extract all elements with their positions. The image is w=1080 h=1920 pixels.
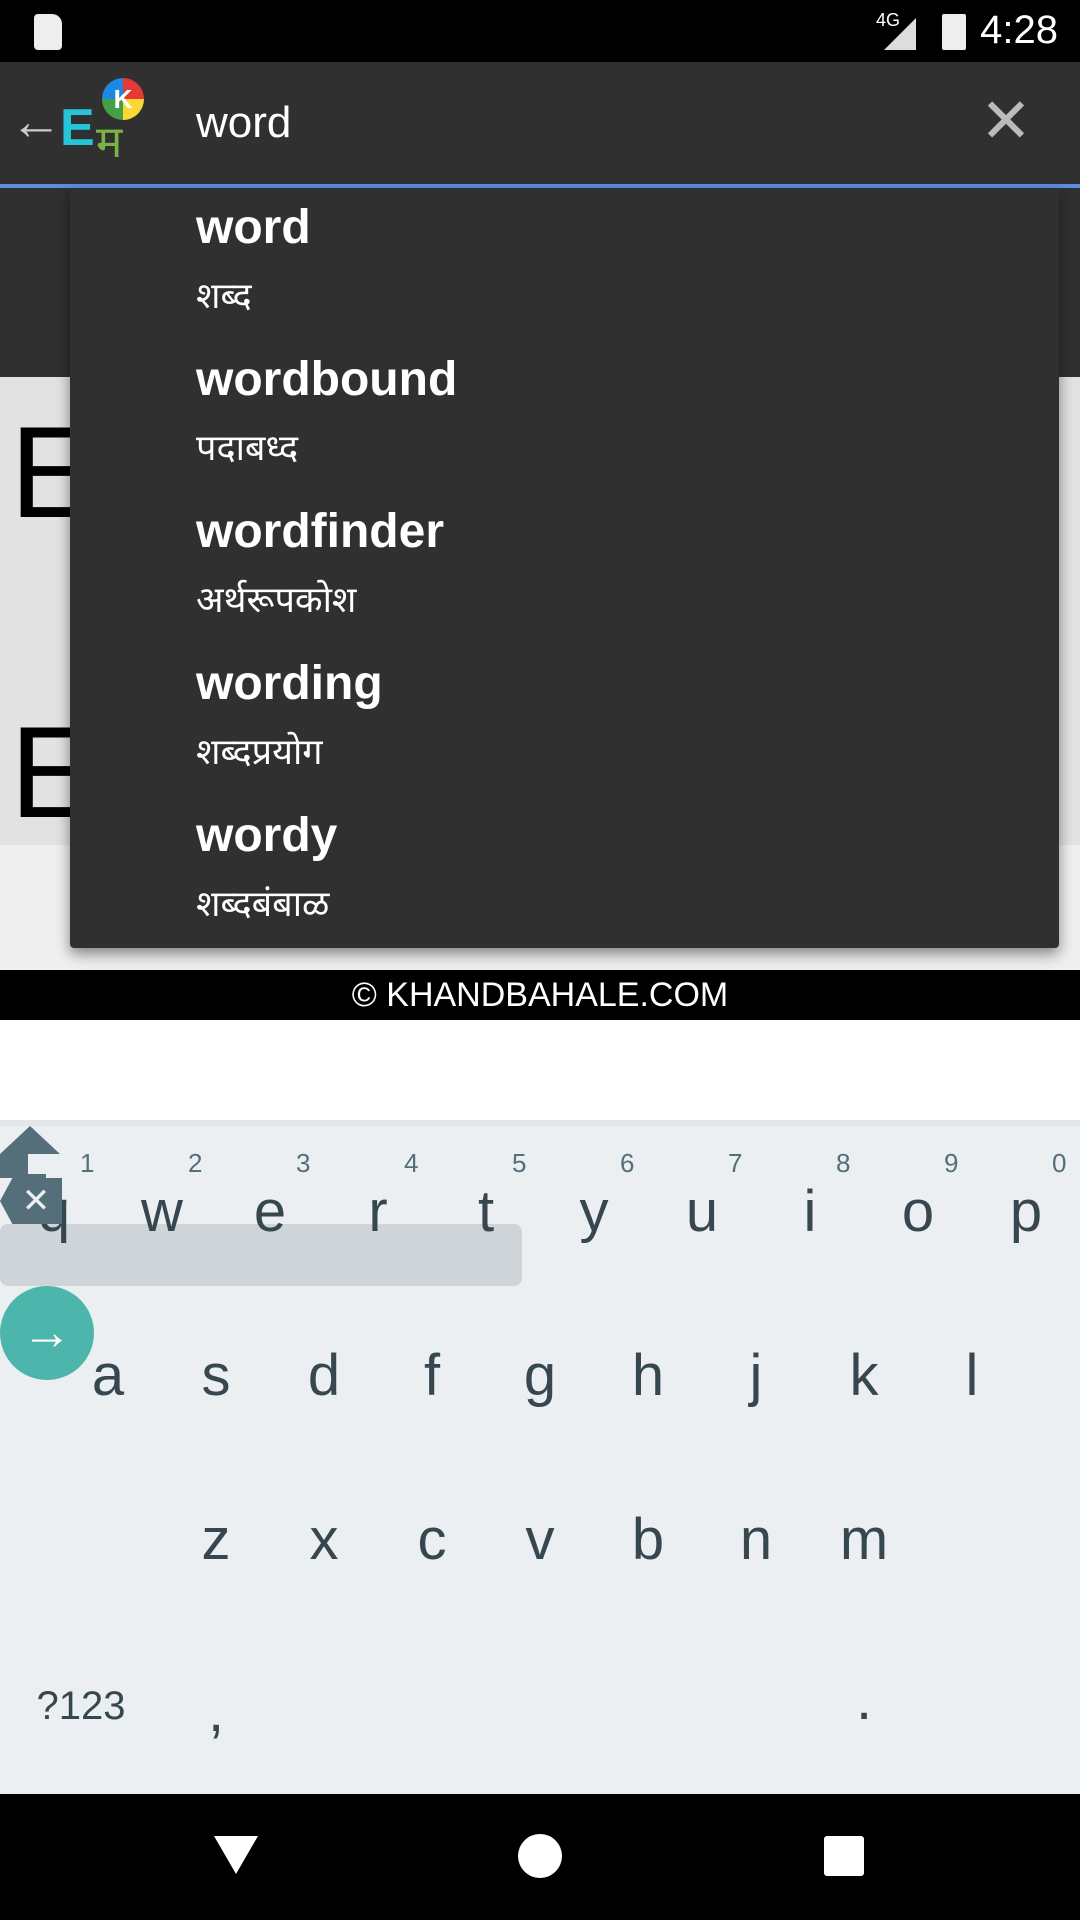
key-o[interactable]: o	[864, 1178, 972, 1245]
key-hint: 7	[728, 1148, 743, 1178]
key-b[interactable]: b	[594, 1506, 702, 1573]
symbols-key[interactable]: ?123	[27, 1684, 135, 1729]
key-y[interactable]: y	[540, 1178, 648, 1245]
suggestion-item[interactable]: word शब्द	[70, 188, 1059, 340]
key-c[interactable]: c	[378, 1506, 486, 1573]
key-h[interactable]: h	[594, 1342, 702, 1409]
key-f[interactable]: f	[378, 1342, 486, 1409]
navigation-bar	[0, 1794, 1080, 1920]
battery-charging-icon	[942, 14, 966, 50]
key-w[interactable]: w	[108, 1178, 216, 1245]
home-nav-icon[interactable]	[518, 1834, 562, 1878]
suggestion-meaning: शब्दबंबाळ	[196, 884, 330, 925]
back-nav-icon[interactable]	[214, 1836, 258, 1874]
key-t[interactable]: t	[432, 1178, 540, 1245]
key-k[interactable]: k	[810, 1342, 918, 1409]
key-l[interactable]: l	[918, 1342, 1026, 1409]
search-input[interactable]: word	[196, 98, 291, 148]
key-z[interactable]: z	[162, 1506, 270, 1573]
key-e[interactable]: e	[216, 1178, 324, 1245]
shift-icon[interactable]	[0, 1126, 60, 1154]
key-n[interactable]: n	[702, 1506, 810, 1573]
clear-icon[interactable]: ✕	[980, 84, 1032, 157]
shift-stem	[0, 1154, 28, 1174]
search-toolbar: ← E म K word ✕	[0, 62, 1080, 184]
comma-key[interactable]: ,	[162, 1678, 270, 1745]
key-hint: 3	[296, 1148, 311, 1178]
key-j[interactable]: j	[702, 1342, 810, 1409]
suggestion-word: wordy	[196, 809, 338, 862]
key-hint: 5	[512, 1148, 527, 1178]
suggestion-item[interactable]: wordy शब्दबंबाळ	[70, 796, 1059, 948]
key-hint: 4	[404, 1148, 419, 1178]
suggestion-item[interactable]: wordbound पदाबध्द	[70, 340, 1059, 492]
key-hint: 2	[188, 1148, 203, 1178]
key-d[interactable]: d	[270, 1342, 378, 1409]
key-r[interactable]: r	[324, 1178, 432, 1245]
recents-nav-icon[interactable]	[824, 1836, 864, 1876]
backspace-icon[interactable]: ✕	[0, 1178, 62, 1224]
suggestions-dropdown: word शब्द wordbound पदाबध्द wordfinder अर्थरू…	[70, 188, 1059, 948]
key-hint: 8	[836, 1148, 851, 1178]
suggestion-word: wordbound	[196, 353, 458, 406]
suggestion-item[interactable]: wording शब्दप्रयोग	[70, 644, 1059, 796]
key-x[interactable]: x	[270, 1506, 378, 1573]
key-u[interactable]: u	[648, 1178, 756, 1245]
copyright-footer: © KHANDBAHALE.COM	[0, 970, 1080, 1020]
signal-icon	[884, 18, 916, 50]
period-key[interactable]: .	[810, 1666, 918, 1733]
key-g[interactable]: g	[486, 1342, 594, 1409]
key-hint: 0	[1052, 1148, 1067, 1178]
suggestion-word: word	[196, 201, 311, 254]
suggestion-word: wording	[196, 657, 383, 710]
key-hint: 1	[80, 1148, 95, 1178]
key-hint: 9	[944, 1148, 959, 1178]
suggestion-item[interactable]: wordfinder अर्थरूपकोश	[70, 492, 1059, 644]
suggestion-meaning: अर्थरूपकोश	[196, 580, 357, 621]
key-v[interactable]: v	[486, 1506, 594, 1573]
keyboard: q1w2e3r4t5y6u7i8o9p0asdfghjklzxcvbnm✕?12…	[0, 1120, 1080, 1794]
sd-card-icon	[34, 14, 62, 50]
suggestion-meaning: शब्द	[196, 276, 252, 317]
back-arrow-icon[interactable]: ←	[10, 92, 62, 152]
key-m[interactable]: m	[810, 1506, 918, 1573]
suggestion-meaning: पदाबध्द	[196, 428, 299, 469]
suggestion-word: wordfinder	[196, 505, 444, 558]
status-bar: 4G 4:28	[0, 0, 1080, 62]
key-i[interactable]: i	[756, 1178, 864, 1245]
key-hint: 6	[620, 1148, 635, 1178]
app-logo-icon: E म K	[60, 78, 150, 168]
clock: 4:28	[980, 8, 1058, 52]
key-s[interactable]: s	[162, 1342, 270, 1409]
suggestion-meaning: शब्दप्रयोग	[196, 732, 323, 773]
key-a[interactable]: a	[54, 1342, 162, 1409]
key-p[interactable]: p	[972, 1178, 1080, 1245]
